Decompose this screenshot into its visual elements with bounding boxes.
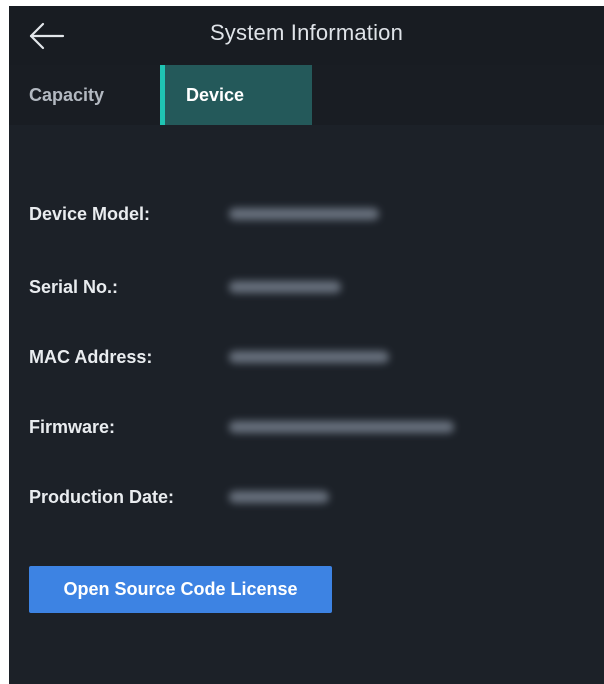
serial-no-label: Serial No.:	[29, 277, 119, 297]
page-title: System Information	[209, 20, 404, 45]
open-source-license-button[interactable]: Open Source Code License	[29, 566, 332, 613]
system-information-screen: System Information Capacity Device Devic…	[9, 6, 604, 684]
production-date-label: Production Date:	[29, 487, 175, 507]
device-model-value	[229, 208, 379, 220]
device-model-label: Device Model:	[29, 204, 151, 224]
mac-address-label: MAC Address:	[29, 347, 153, 367]
serial-no-value	[229, 281, 341, 293]
firmware-label: Firmware:	[29, 417, 116, 437]
tab-capacity[interactable]: Capacity	[9, 65, 160, 125]
header-bar: System Information	[9, 6, 604, 65]
firmware-value	[229, 421, 454, 433]
tab-bar: Capacity Device	[9, 65, 604, 125]
production-date-value	[229, 491, 329, 503]
mac-address-value	[229, 351, 389, 363]
tab-device[interactable]: Device	[160, 65, 312, 125]
